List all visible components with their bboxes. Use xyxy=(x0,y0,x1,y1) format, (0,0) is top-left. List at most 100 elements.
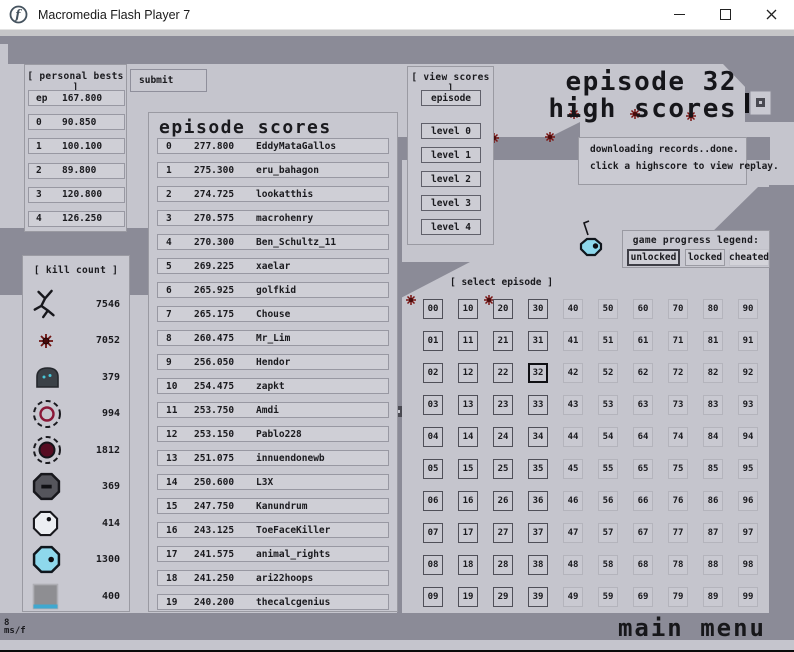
highscore-row[interactable]: 6 265.925 golfkid xyxy=(157,282,389,298)
highscore-row[interactable]: 9 256.050 Hendor xyxy=(157,354,389,370)
highscore-row[interactable]: 14 250.600 L3X xyxy=(157,474,389,490)
episode-cell[interactable]: 40 xyxy=(563,299,583,319)
episode-cell[interactable]: 98 xyxy=(738,555,758,575)
episode-cell[interactable]: 04 xyxy=(423,427,443,447)
episode-cell[interactable]: 20 xyxy=(493,299,513,319)
episode-cell[interactable]: 95 xyxy=(738,459,758,479)
episode-cell[interactable]: 05 xyxy=(423,459,443,479)
episode-cell[interactable]: 67 xyxy=(633,523,653,543)
episode-cell[interactable]: 36 xyxy=(528,491,548,511)
episode-cell[interactable]: 71 xyxy=(668,331,688,351)
highscore-row[interactable]: 11 253.750 Amdi xyxy=(157,402,389,418)
highscore-row[interactable]: 2 274.725 lookatthis xyxy=(157,186,389,202)
episode-cell[interactable]: 55 xyxy=(598,459,618,479)
episode-cell[interactable]: 54 xyxy=(598,427,618,447)
episode-cell[interactable]: 57 xyxy=(598,523,618,543)
episode-cell[interactable]: 97 xyxy=(738,523,758,543)
episode-cell[interactable]: 32 xyxy=(528,363,548,383)
highscore-row[interactable]: 10 254.475 zapkt xyxy=(157,378,389,394)
episode-cell[interactable]: 83 xyxy=(703,395,723,415)
highscore-row[interactable]: 17 241.575 animal_rights xyxy=(157,546,389,562)
view-level-3-button[interactable]: level 3 xyxy=(421,195,481,211)
episode-cell[interactable]: 79 xyxy=(668,587,688,607)
highscore-row[interactable]: 13 251.075 innuendonewb xyxy=(157,450,389,466)
main-menu-button[interactable]: main menu xyxy=(618,614,766,642)
view-episode-button[interactable]: episode xyxy=(421,90,481,106)
episode-cell[interactable]: 66 xyxy=(633,491,653,511)
highscore-row[interactable]: 8 260.475 Mr_Lim xyxy=(157,330,389,346)
episode-cell[interactable]: 17 xyxy=(458,523,478,543)
highscore-row[interactable]: 7 265.175 Chouse xyxy=(157,306,389,322)
episode-cell[interactable]: 84 xyxy=(703,427,723,447)
episode-cell[interactable]: 72 xyxy=(668,363,688,383)
episode-cell[interactable]: 31 xyxy=(528,331,548,351)
episode-cell[interactable]: 75 xyxy=(668,459,688,479)
episode-cell[interactable]: 33 xyxy=(528,395,548,415)
episode-cell[interactable]: 77 xyxy=(668,523,688,543)
episode-cell[interactable]: 23 xyxy=(493,395,513,415)
episode-cell[interactable]: 49 xyxy=(563,587,583,607)
episode-cell[interactable]: 64 xyxy=(633,427,653,447)
episode-cell[interactable]: 42 xyxy=(563,363,583,383)
close-button[interactable] xyxy=(748,0,794,30)
episode-cell[interactable]: 76 xyxy=(668,491,688,511)
episode-cell[interactable]: 18 xyxy=(458,555,478,575)
episode-cell[interactable]: 43 xyxy=(563,395,583,415)
episode-cell[interactable]: 86 xyxy=(703,491,723,511)
episode-cell[interactable]: 44 xyxy=(563,427,583,447)
episode-cell[interactable]: 63 xyxy=(633,395,653,415)
episode-cell[interactable]: 92 xyxy=(738,363,758,383)
episode-cell[interactable]: 68 xyxy=(633,555,653,575)
episode-cell[interactable]: 14 xyxy=(458,427,478,447)
episode-cell[interactable]: 09 xyxy=(423,587,443,607)
episode-cell[interactable]: 85 xyxy=(703,459,723,479)
episode-cell[interactable]: 13 xyxy=(458,395,478,415)
highscore-row[interactable]: 4 270.300 Ben_Schultz_11 xyxy=(157,234,389,250)
episode-cell[interactable]: 88 xyxy=(703,555,723,575)
episode-cell[interactable]: 59 xyxy=(598,587,618,607)
episode-cell[interactable]: 56 xyxy=(598,491,618,511)
episode-cell[interactable]: 65 xyxy=(633,459,653,479)
episode-cell[interactable]: 01 xyxy=(423,331,443,351)
highscore-row[interactable]: 15 247.750 Kanundrum xyxy=(157,498,389,514)
highscore-row[interactable]: 16 243.125 ToeFaceKiller xyxy=(157,522,389,538)
episode-cell[interactable]: 58 xyxy=(598,555,618,575)
episode-cell[interactable]: 94 xyxy=(738,427,758,447)
episode-cell[interactable]: 62 xyxy=(633,363,653,383)
episode-cell[interactable]: 45 xyxy=(563,459,583,479)
episode-cell[interactable]: 87 xyxy=(703,523,723,543)
episode-cell[interactable]: 78 xyxy=(668,555,688,575)
episode-cell[interactable]: 89 xyxy=(703,587,723,607)
episode-cell[interactable]: 70 xyxy=(668,299,688,319)
episode-cell[interactable]: 03 xyxy=(423,395,443,415)
episode-cell[interactable]: 50 xyxy=(598,299,618,319)
episode-cell[interactable]: 37 xyxy=(528,523,548,543)
view-level-0-button[interactable]: level 0 xyxy=(421,123,481,139)
episode-cell[interactable]: 10 xyxy=(458,299,478,319)
episode-cell[interactable]: 74 xyxy=(668,427,688,447)
episode-cell[interactable]: 48 xyxy=(563,555,583,575)
episode-cell[interactable]: 00 xyxy=(423,299,443,319)
episode-cell[interactable]: 81 xyxy=(703,331,723,351)
highscore-row[interactable]: 19 240.200 thecalcgenius xyxy=(157,594,389,610)
highscore-row[interactable]: 3 270.575 macrohenry xyxy=(157,210,389,226)
episode-cell[interactable]: 35 xyxy=(528,459,548,479)
episode-cell[interactable]: 26 xyxy=(493,491,513,511)
highscore-row[interactable]: 0 277.800 EddyMataGallos xyxy=(157,138,389,154)
episode-cell[interactable]: 47 xyxy=(563,523,583,543)
episode-cell[interactable]: 25 xyxy=(493,459,513,479)
episode-cell[interactable]: 21 xyxy=(493,331,513,351)
episode-cell[interactable]: 11 xyxy=(458,331,478,351)
episode-cell[interactable]: 91 xyxy=(738,331,758,351)
episode-cell[interactable]: 46 xyxy=(563,491,583,511)
episode-cell[interactable]: 96 xyxy=(738,491,758,511)
episode-cell[interactable]: 07 xyxy=(423,523,443,543)
episode-cell[interactable]: 61 xyxy=(633,331,653,351)
episode-cell[interactable]: 38 xyxy=(528,555,548,575)
view-level-4-button[interactable]: level 4 xyxy=(421,219,481,235)
episode-cell[interactable]: 51 xyxy=(598,331,618,351)
episode-cell[interactable]: 02 xyxy=(423,363,443,383)
episode-cell[interactable]: 69 xyxy=(633,587,653,607)
highscore-row[interactable]: 5 269.225 xaelar xyxy=(157,258,389,274)
episode-cell[interactable]: 99 xyxy=(738,587,758,607)
